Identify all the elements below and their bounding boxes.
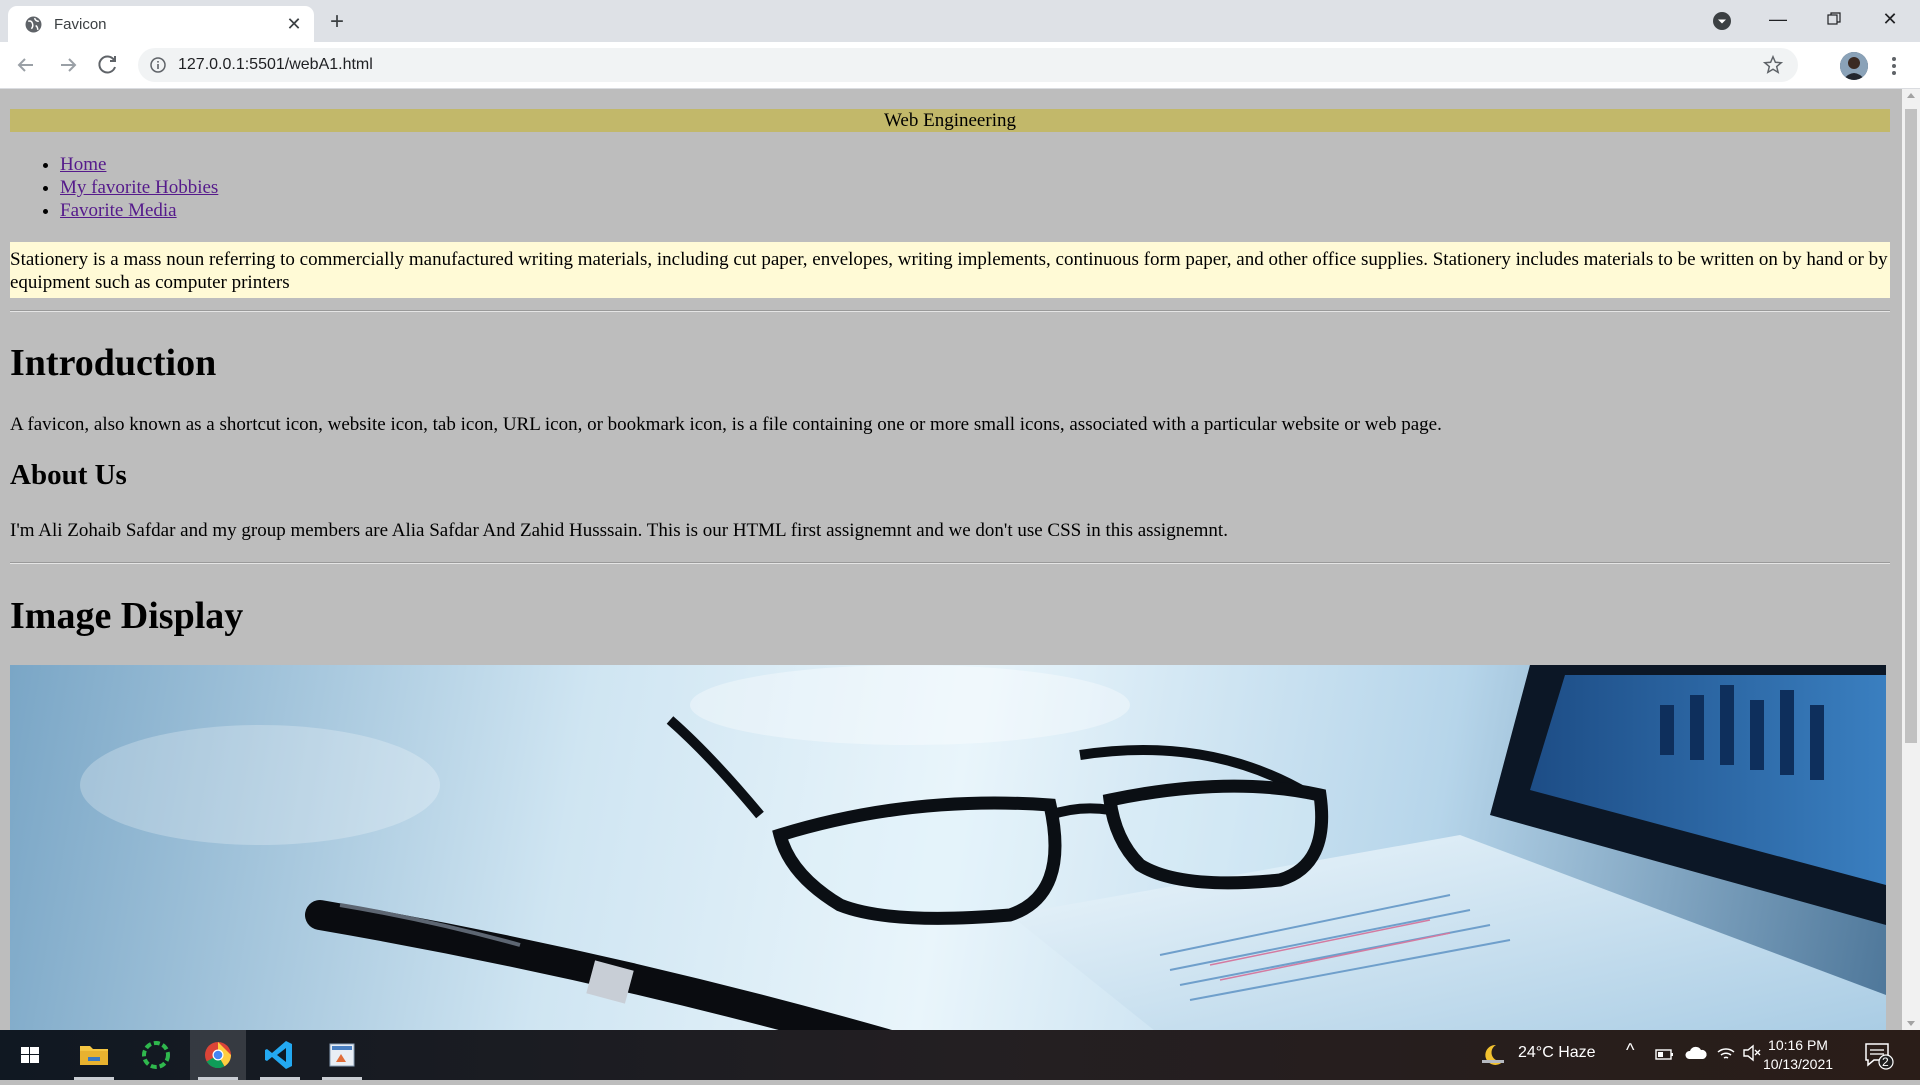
system-clock[interactable]: 10:16 PM 10/13/2021 xyxy=(1758,1036,1838,1074)
restore-icon xyxy=(1827,12,1841,25)
restore-button[interactable] xyxy=(1806,0,1862,40)
tab-title: Favicon xyxy=(54,16,107,33)
windows-logo-icon xyxy=(21,1047,39,1063)
page-scrollbar[interactable] xyxy=(1902,89,1920,1030)
tab-close-icon[interactable]: ✕ xyxy=(282,12,306,36)
globe-icon xyxy=(25,16,42,33)
weather-moon-icon xyxy=(1482,1044,1504,1065)
file-explorer-button[interactable] xyxy=(66,1030,122,1080)
notification-icon xyxy=(1865,1043,1894,1070)
weather-text[interactable]: 24°C Haze xyxy=(1518,1044,1596,1062)
chrome-button[interactable] xyxy=(190,1030,246,1080)
show-hidden-icons-icon[interactable]: ^ xyxy=(1626,1040,1634,1061)
divider xyxy=(10,310,1890,312)
new-tab-button[interactable]: + xyxy=(322,8,352,38)
tab-search-icon[interactable] xyxy=(1712,11,1732,31)
browser-toolbar: 127.0.0.1:5501/webA1.html xyxy=(0,42,1920,89)
reload-icon[interactable] xyxy=(94,51,122,79)
chrome-icon xyxy=(205,1042,232,1069)
tab-favicon[interactable]: Favicon ✕ xyxy=(8,6,314,42)
onedrive-cloud-icon[interactable] xyxy=(1684,1045,1708,1061)
paint-app-button[interactable] xyxy=(314,1030,370,1080)
start-button[interactable] xyxy=(2,1030,58,1080)
minimize-button[interactable]: — xyxy=(1750,0,1806,40)
glasses-and-pen-photo xyxy=(10,665,1886,1030)
close-window-button[interactable]: ✕ xyxy=(1862,0,1918,40)
windows-taskbar: 24°C Haze ^ 10:16 PM 10/13/2021 2 xyxy=(0,1030,1920,1080)
paint-icon xyxy=(329,1043,355,1067)
clock-date: 10/13/2021 xyxy=(1762,1056,1834,1072)
divider xyxy=(10,562,1890,564)
page-viewport: Web Engineering Home My favorite Hobbies… xyxy=(0,89,1902,1030)
vscode-icon xyxy=(265,1041,292,1069)
intro-text: A favicon, also known as a shortcut icon… xyxy=(10,414,1442,435)
vscode-button[interactable] xyxy=(252,1030,308,1080)
nav-item: My favorite Hobbies xyxy=(60,176,218,199)
wifi-icon[interactable] xyxy=(1716,1044,1736,1062)
nav-item: Favorite Media xyxy=(60,199,218,222)
green-ring-icon xyxy=(142,1041,170,1069)
clock-time: 10:16 PM xyxy=(1768,1037,1828,1053)
forward-icon[interactable] xyxy=(54,51,82,79)
image-heading: Image Display xyxy=(10,595,244,637)
scrollbar-thumb[interactable] xyxy=(1905,109,1917,743)
nav-list: Home My favorite Hobbies Favorite Media xyxy=(40,153,218,222)
sync-app-button[interactable] xyxy=(128,1030,184,1080)
about-heading: About Us xyxy=(10,459,127,491)
stationery-note: Stationery is a mass noun referring to c… xyxy=(10,242,1890,298)
action-center-button[interactable]: 2 xyxy=(1862,1040,1894,1070)
about-text: I'm Ali Zohaib Safdar and my group membe… xyxy=(10,520,1228,541)
nav-link-hobbies[interactable]: My favorite Hobbies xyxy=(60,177,218,198)
address-bar[interactable]: 127.0.0.1:5501/webA1.html xyxy=(138,48,1798,82)
nav-link-home[interactable]: Home xyxy=(60,154,106,175)
avatar-icon xyxy=(1840,52,1868,80)
info-icon[interactable] xyxy=(150,57,166,73)
tab-strip: Favicon ✕ + — ✕ xyxy=(0,0,1920,42)
back-icon[interactable] xyxy=(12,51,40,79)
page-banner: Web Engineering xyxy=(10,109,1890,132)
scroll-up-arrow-icon[interactable] xyxy=(1907,93,1915,98)
bookmark-star-icon[interactable] xyxy=(1762,54,1784,76)
battery-icon[interactable] xyxy=(1654,1046,1674,1062)
url-text: 127.0.0.1:5501/webA1.html xyxy=(178,56,373,73)
nav-link-media[interactable]: Favorite Media xyxy=(60,200,177,221)
folder-icon xyxy=(80,1046,108,1065)
photo-illustration xyxy=(80,665,1886,1030)
profile-avatar[interactable] xyxy=(1840,52,1868,80)
intro-heading: Introduction xyxy=(10,342,217,384)
menu-dots-icon[interactable] xyxy=(1884,52,1904,80)
scroll-down-arrow-icon[interactable] xyxy=(1907,1021,1915,1026)
notification-count: 2 xyxy=(1882,1055,1889,1069)
nav-item: Home xyxy=(60,153,218,176)
